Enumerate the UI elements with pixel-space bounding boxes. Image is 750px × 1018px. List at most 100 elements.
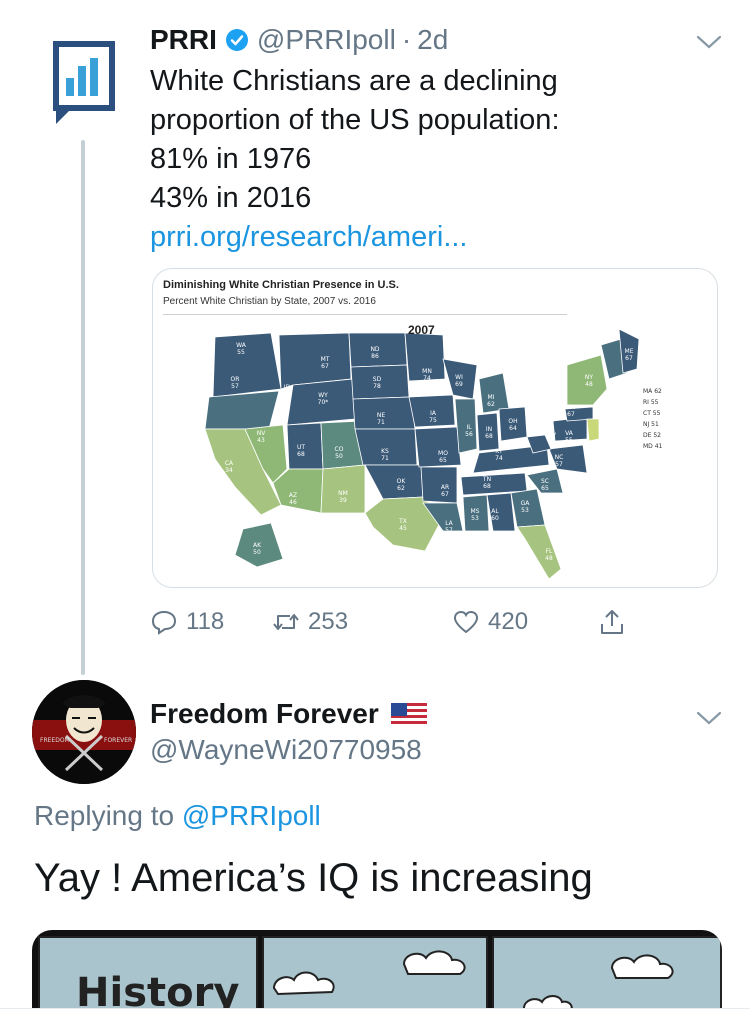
state-label: VT: [597, 330, 605, 337]
tweet-line: proportion of the US population:: [150, 104, 560, 136]
state-label: FL: [546, 548, 553, 555]
state-label: SD: [373, 376, 382, 383]
state-label: WA: [236, 342, 247, 349]
state-label: WV: [546, 432, 557, 439]
state-value: 78: [373, 383, 381, 390]
state-label: IL: [466, 424, 472, 431]
state-value: 62: [597, 337, 605, 344]
state-value: 67: [625, 355, 633, 362]
state-label: GA: [521, 500, 531, 507]
verified-badge-icon: [225, 29, 248, 51]
state-value: 55: [565, 437, 573, 444]
state-value: 53: [521, 507, 529, 514]
state-value: 48: [585, 381, 593, 388]
freedom-forever-avatar[interactable]: FREEDOM FOREVER: [32, 680, 136, 784]
author-handle[interactable]: @PRRIpoll: [257, 24, 396, 56]
side-state-label: NJ 51: [643, 421, 659, 428]
state-value: 64: [509, 425, 517, 432]
state-label: PA: [567, 404, 575, 411]
chevron-down-icon[interactable]: [696, 34, 722, 50]
retweet-count: 253: [308, 608, 349, 635]
state-value: 65: [439, 457, 447, 464]
comic-panel: History: [38, 936, 258, 1018]
tweet2-media[interactable]: History: [32, 930, 722, 1018]
state-label: NH: [611, 328, 620, 335]
state-value: 48: [545, 555, 553, 562]
state-label: NM: [338, 490, 348, 497]
state-label: AR: [441, 484, 449, 491]
prri-avatar[interactable]: [28, 26, 136, 134]
tweet1-text: White Christians are a declining proport…: [150, 62, 710, 257]
tweet-time[interactable]: 2d: [417, 24, 448, 56]
state-label: WI: [455, 374, 463, 381]
state-value: 43: [257, 437, 265, 444]
state-label: KY: [495, 448, 503, 455]
cloud-icon: [522, 954, 674, 1015]
state-label: WY: [318, 392, 328, 399]
state-value: 53: [471, 515, 479, 522]
author-name: Freedom Forever: [150, 698, 379, 729]
state-value: 75: [429, 417, 437, 424]
avatar-text-right: FOREVER: [104, 737, 132, 744]
state-label: OR: [231, 376, 240, 383]
chevron-down-icon[interactable]: [696, 710, 722, 726]
state-value: 73: [547, 439, 555, 446]
state-value: 56: [465, 431, 473, 438]
state-labels-layer: WA55OR57CA34NV43ID67MT67WY70*UT68CO50AZ4…: [225, 328, 663, 562]
bottom-divider: [0, 1008, 750, 1018]
state-label: SC: [541, 478, 549, 485]
state-label: VA: [565, 430, 574, 437]
state-label: CO: [335, 446, 344, 453]
replying-prefix: Replying to: [34, 800, 175, 831]
state-value: 50: [335, 453, 343, 460]
tweet2-text: Yay ! America’s IQ is increasing: [34, 856, 593, 900]
comic-panel: [262, 936, 488, 1018]
state-label: MS: [471, 508, 480, 515]
retweet-icon: [273, 614, 299, 630]
state-label: AK: [253, 542, 262, 549]
state-value: 71: [377, 419, 385, 426]
state-value: 67: [441, 491, 449, 498]
state-label: UT: [297, 444, 305, 451]
side-state-label: MD 41: [643, 443, 663, 450]
state-label: CA: [225, 460, 234, 467]
state-value: 60: [491, 515, 499, 522]
retweet-button[interactable]: 253: [272, 608, 348, 636]
state-label: ME: [625, 348, 634, 355]
mask-avatar-icon: FREEDOM FOREVER: [32, 680, 136, 784]
author-name[interactable]: PRRI: [150, 24, 217, 56]
avatar-text-left: FREEDOM: [40, 737, 70, 744]
state-label: MN: [422, 368, 432, 375]
author-handle[interactable]: @WayneWi20770958: [150, 734, 422, 766]
state-label: NV: [257, 430, 266, 437]
state-label: NY: [585, 374, 593, 381]
state-label: MO: [438, 450, 448, 457]
state-value: 62: [397, 485, 405, 492]
reply-count: 118: [186, 608, 225, 635]
reply-button[interactable]: 118: [150, 608, 224, 636]
side-state-label: RI 55: [643, 399, 659, 406]
tweet2-author[interactable]: Freedom Forever: [150, 698, 427, 730]
state-label: ND: [370, 346, 379, 353]
state-value: 74: [495, 455, 503, 462]
state-value: 67: [321, 363, 329, 370]
us-flag-icon: [390, 702, 427, 726]
link-preview-card[interactable]: Diminishing White Christian Presence in …: [152, 268, 718, 588]
time-separator: ·: [401, 24, 412, 55]
like-button[interactable]: 420: [452, 608, 528, 636]
tweet-line: 81% in 1976: [150, 143, 312, 175]
state-value: 71: [381, 455, 389, 462]
state-value: 70*: [318, 399, 329, 406]
tweet-link[interactable]: prri.org/research/ameri...: [150, 218, 710, 257]
state-label: MT: [321, 356, 330, 363]
side-state-label: CT 55: [643, 410, 661, 417]
replying-to: Replying to @PRRIpoll: [34, 800, 321, 832]
state-label: NE: [377, 412, 385, 419]
state-label: AL: [491, 508, 499, 515]
state-value: 39: [339, 497, 347, 504]
state-value: 69: [455, 381, 463, 388]
replying-handle-link[interactable]: @PRRIpoll: [182, 800, 321, 831]
state-value: 57: [231, 383, 239, 390]
state-value: 57: [445, 527, 453, 534]
share-button[interactable]: [598, 608, 634, 636]
